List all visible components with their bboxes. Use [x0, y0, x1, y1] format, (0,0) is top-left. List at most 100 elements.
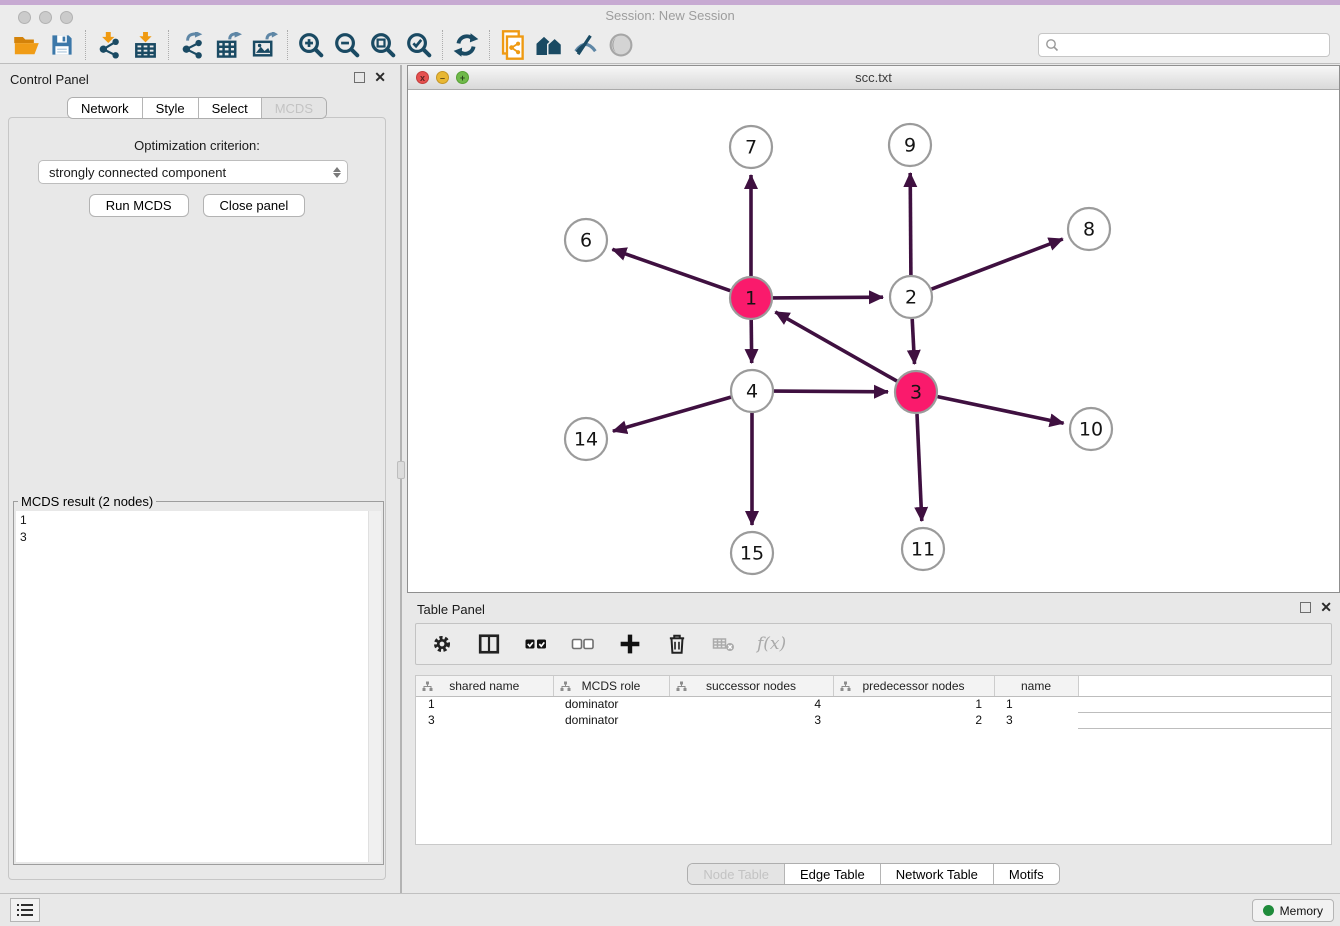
- zoom-selected-button[interactable]: [401, 30, 437, 60]
- zoom-out-button[interactable]: [329, 30, 365, 60]
- graph-node-1[interactable]: 1: [730, 277, 772, 319]
- memory-button[interactable]: Memory: [1252, 899, 1334, 922]
- delete-column-button[interactable]: [663, 630, 691, 658]
- tab-mcds[interactable]: MCDS: [262, 98, 326, 118]
- svg-text:14: 14: [574, 429, 598, 451]
- graph-edge-4-14[interactable]: [613, 397, 731, 431]
- graph-edge-3-10[interactable]: [938, 397, 1064, 424]
- search-input[interactable]: [1064, 38, 1323, 52]
- run-mcds-button[interactable]: Run MCDS: [89, 194, 189, 217]
- mcds-result-text[interactable]: 1 3: [16, 511, 368, 862]
- graph-edge-2-8[interactable]: [932, 239, 1063, 289]
- graph-edge-1-4[interactable]: [751, 320, 752, 363]
- tab-motifs[interactable]: Motifs: [994, 864, 1059, 884]
- table-row[interactable]: 1dominator411: [416, 696, 1331, 712]
- list-icon: [17, 903, 33, 917]
- graph-node-15[interactable]: 15: [731, 532, 773, 574]
- tab-network-table[interactable]: Network Table: [881, 864, 994, 884]
- toolbar-separator: [489, 30, 490, 60]
- table-panel: Table Panel ✕: [407, 595, 1340, 890]
- close-table-panel-icon[interactable]: ✕: [1320, 602, 1332, 613]
- mcds-result-box: MCDS result (2 nodes) 1 3: [13, 494, 384, 865]
- float-table-panel-icon[interactable]: [1300, 602, 1311, 613]
- table-panel-title: Table Panel: [417, 602, 485, 617]
- table-settings-button[interactable]: [428, 630, 456, 658]
- network-document-icon: [500, 30, 527, 60]
- save-icon: [50, 33, 74, 57]
- window-titlebar: Session: New Session: [0, 0, 1340, 27]
- graph-node-4[interactable]: 4: [731, 370, 773, 412]
- column-header-mcds-role[interactable]: MCDS role: [553, 676, 669, 696]
- tab-style[interactable]: Style: [143, 98, 199, 118]
- unchecked-boxes-icon: [571, 633, 595, 655]
- zoom-fit-button[interactable]: [365, 30, 401, 60]
- svg-text:15: 15: [740, 543, 764, 565]
- column-header-successor-nodes[interactable]: successor nodes: [669, 676, 833, 696]
- graph-node-6[interactable]: 6: [565, 219, 607, 261]
- node-table[interactable]: shared name MCDS role successor nodes pr…: [415, 675, 1332, 845]
- delete-table-icon: [712, 634, 736, 654]
- tab-select[interactable]: Select: [199, 98, 262, 118]
- graph-edge-4-3[interactable]: [774, 391, 888, 392]
- new-network-from-selection-button[interactable]: [495, 30, 531, 60]
- houses-icon: [534, 32, 564, 58]
- graph-node-7[interactable]: 7: [730, 126, 772, 168]
- graph-node-8[interactable]: 8: [1068, 208, 1110, 250]
- vertical-splitter[interactable]: [400, 65, 402, 893]
- graph-node-11[interactable]: 11: [902, 528, 944, 570]
- apply-preferred-layout-button[interactable]: [531, 30, 567, 60]
- network-window-titlebar[interactable]: x – + scc.txt: [408, 66, 1339, 90]
- float-panel-icon[interactable]: [354, 72, 365, 83]
- svg-text:7: 7: [745, 137, 757, 159]
- svg-text:4: 4: [746, 381, 758, 403]
- mcds-panel: Optimization criterion: strongly connect…: [8, 117, 386, 880]
- zoom-in-button[interactable]: [293, 30, 329, 60]
- search-field[interactable]: [1038, 33, 1330, 57]
- save-session-button[interactable]: [44, 30, 80, 60]
- graph-edge-1-6[interactable]: [612, 249, 730, 290]
- column-header-name[interactable]: name: [994, 676, 1078, 696]
- main-toolbar: [0, 27, 1340, 64]
- show-columns-button[interactable]: [475, 630, 503, 658]
- column-header-shared-name[interactable]: shared name: [416, 676, 553, 696]
- graph-edge-2-9[interactable]: [910, 173, 911, 275]
- close-panel-icon[interactable]: ✕: [374, 72, 386, 83]
- show-all-button[interactable]: [603, 30, 639, 60]
- dropdown-stepper-icon: [333, 167, 341, 178]
- refresh-layout-button[interactable]: [448, 30, 484, 60]
- deselect-all-columns-button[interactable]: [569, 630, 597, 658]
- column-header-predecessor-nodes[interactable]: predecessor nodes: [833, 676, 994, 696]
- criterion-dropdown[interactable]: strongly connected component: [38, 160, 348, 184]
- graph-node-9[interactable]: 9: [889, 124, 931, 166]
- tab-edge-table[interactable]: Edge Table: [785, 864, 881, 884]
- network-canvas[interactable]: 7 9 8 6 1 2 4 3 14 10 15 11: [408, 90, 1339, 592]
- graph-edge-1-2[interactable]: [773, 297, 883, 298]
- tab-node-table[interactable]: Node Table: [688, 864, 785, 884]
- import-network-button[interactable]: [91, 30, 127, 60]
- search-icon: [1045, 38, 1059, 52]
- toolbar-separator: [287, 30, 288, 60]
- hide-selected-button[interactable]: [567, 30, 603, 60]
- graph-edge-3-1[interactable]: [775, 312, 897, 381]
- open-session-button[interactable]: [8, 30, 44, 60]
- import-table-button[interactable]: [127, 30, 163, 60]
- create-column-button[interactable]: [616, 630, 644, 658]
- tab-network[interactable]: Network: [68, 98, 143, 118]
- export-image-button[interactable]: [246, 30, 282, 60]
- function-builder-button-disabled: f(x): [757, 634, 786, 654]
- graph-node-3[interactable]: 3: [895, 371, 937, 413]
- export-network-button[interactable]: [174, 30, 210, 60]
- close-panel-button[interactable]: Close panel: [203, 194, 306, 217]
- select-all-columns-button[interactable]: [522, 630, 550, 658]
- zoom-selected-icon: [406, 32, 433, 59]
- result-scrollbar[interactable]: [368, 511, 381, 862]
- graph-edge-3-11[interactable]: [917, 414, 922, 521]
- graph-node-2[interactable]: 2: [890, 276, 932, 318]
- splitter-handle[interactable]: [397, 461, 405, 479]
- show-log-button[interactable]: [10, 898, 40, 922]
- graph-node-10[interactable]: 10: [1070, 408, 1112, 450]
- graph-edge-2-3[interactable]: [912, 319, 914, 364]
- graph-node-14[interactable]: 14: [565, 418, 607, 460]
- export-table-button[interactable]: [210, 30, 246, 60]
- table-row[interactable]: 3dominator323: [416, 712, 1331, 728]
